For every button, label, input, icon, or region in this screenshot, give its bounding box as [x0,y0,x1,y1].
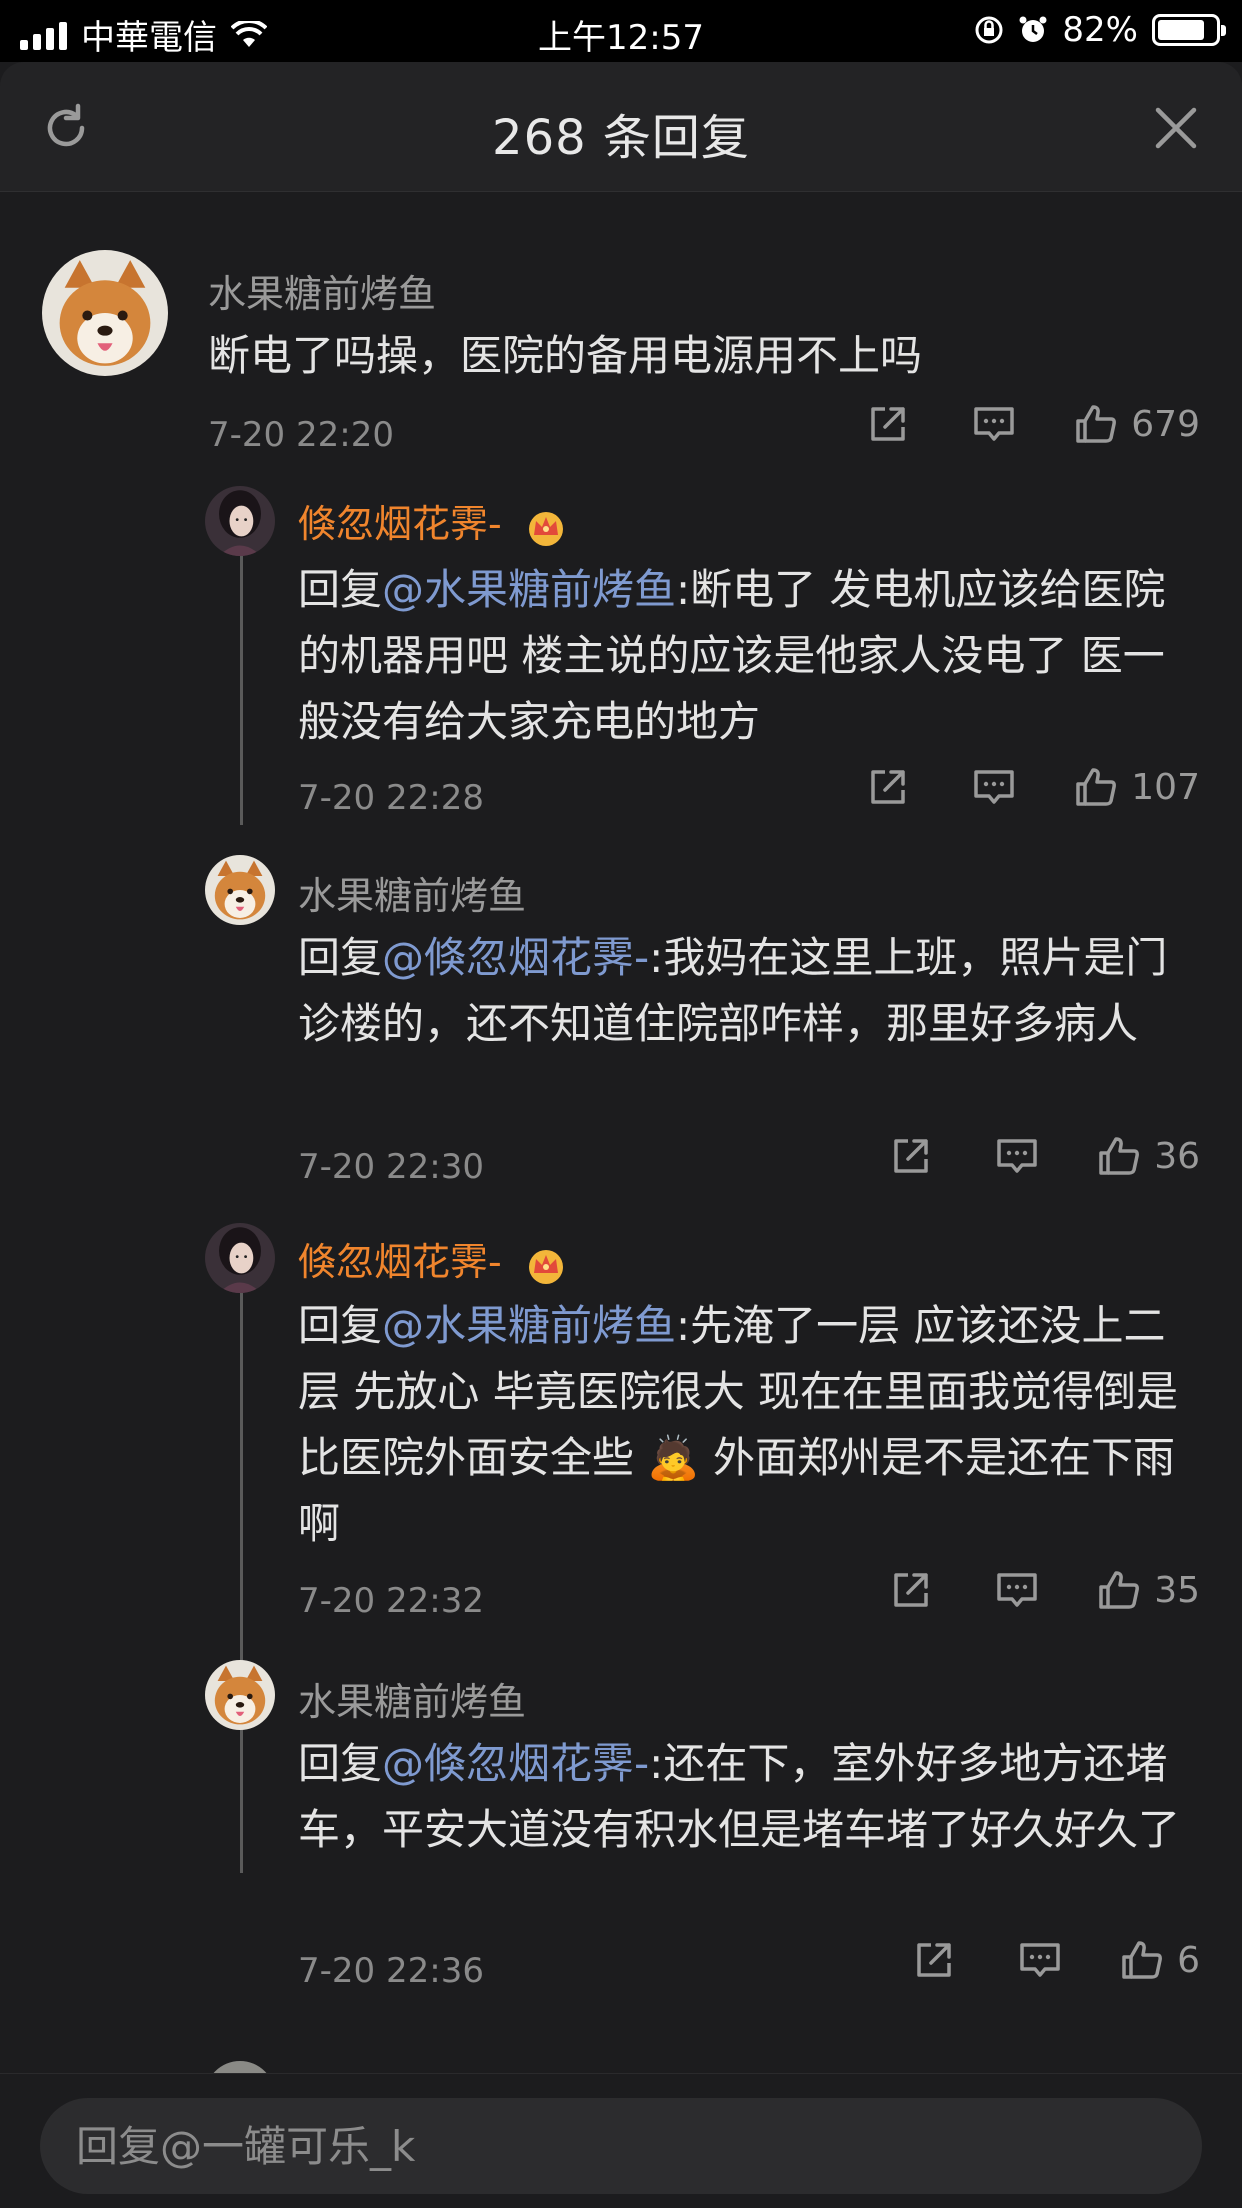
thumbs-up-icon[interactable] [1096,1133,1142,1179]
page-title: 268 条回复 [492,110,750,166]
mention-link[interactable]: @倏忽烟花霁- [382,1739,649,1788]
comment-actions: 107 [865,764,1200,810]
comment-text: 回复@倏忽烟花霁-:还在下，室外好多地方还堵车，平安大道没有积水但是堵车堵了好久… [298,1739,1181,1854]
thumbs-up-icon[interactable] [1119,1937,1165,1983]
comment-text: 断电了吗操，医院的备用电源用不上吗 [208,331,923,380]
comment-time: 7-20 22:36 [298,1951,484,1991]
like-count: 679 [1131,403,1200,445]
mention-link[interactable]: @水果糖前烤鱼 [382,565,676,614]
comment-icon[interactable] [994,1567,1040,1613]
mention-link[interactable]: @倏忽烟花霁- [382,933,649,982]
crown-badge-icon [528,511,563,546]
comment-author[interactable]: 水果糖前烤鱼 [208,263,436,318]
comment-author[interactable]: 水果糖前烤鱼 [298,865,526,920]
comment-icon[interactable] [994,1133,1040,1179]
alarm-icon [1019,16,1047,42]
thumbs-up-icon[interactable] [1073,764,1119,810]
avatar[interactable] [205,2061,275,2073]
comment-text: 回复@倏忽烟花霁-:我妈在这里上班，照片是门诊楼的，还不知道住院部咋样，那里好多… [298,933,1168,1048]
battery-percent: 82% [1062,10,1138,50]
comment-time: 7-20 22:20 [208,415,394,455]
avatar[interactable] [205,855,275,925]
like-count: 6 [1177,1939,1200,1981]
comment-actions: 6 [911,1937,1200,1983]
comment-icon[interactable] [1017,1937,1063,1983]
share-icon[interactable] [888,1133,934,1179]
share-icon[interactable] [888,1567,934,1613]
avatar[interactable] [205,486,275,556]
thread-connector [240,1293,243,1873]
share-icon[interactable] [865,401,911,447]
status-bar: 中華電信 上午12:57 82% [0,0,1242,62]
share-icon[interactable] [865,764,911,810]
screen: 中華電信 上午12:57 82% 268 条回复 水果糖前烤鱼 断电了吗操，医院… [0,0,1242,2208]
reply-bar [0,2073,1242,2208]
comment-time: 7-20 22:32 [298,1581,484,1621]
thread-connector [240,555,243,825]
mention-link[interactable]: @水果糖前烤鱼 [382,1301,676,1350]
like-count: 35 [1154,1569,1200,1611]
comment-text: 回复@水果糖前烤鱼:断电了 发电机应该给医院的机器用吧 楼主说的应该是他家人没电… [298,565,1166,746]
comment-actions: 35 [888,1567,1200,1613]
comment-text: 回复@水果糖前烤鱼:先淹了一层 应该还没上二层 先放心 毕竟医院很大 现在在里面… [298,1301,1179,1548]
close-icon[interactable] [1148,100,1204,156]
orientation-lock-icon [975,16,1003,44]
reply-input[interactable] [40,2098,1202,2194]
avatar[interactable] [42,250,168,376]
comment-icon[interactable] [971,764,1017,810]
comment-author[interactable]: 倏忽烟花霁- [298,493,568,548]
avatar[interactable] [205,1660,275,1730]
thumbs-up-icon[interactable] [1073,401,1119,447]
comment-author[interactable]: 倏忽烟花霁- [298,1231,568,1286]
comment-author[interactable]: 水果糖前烤鱼 [298,1671,526,1726]
comment-actions: 679 [865,401,1200,447]
like-count: 36 [1154,1135,1200,1177]
avatar[interactable] [205,1223,275,1293]
comment-icon[interactable] [971,401,1017,447]
comment-time: 7-20 22:30 [298,1147,484,1187]
reply-list[interactable]: 水果糖前烤鱼 断电了吗操，医院的备用电源用不上吗 7-20 22:20 679 … [0,193,1242,2073]
replies-header: 268 条回复 [0,62,1242,192]
comment-time: 7-20 22:28 [298,778,484,818]
like-count: 107 [1131,766,1200,808]
share-icon[interactable] [911,1937,957,1983]
battery-icon [1152,14,1226,46]
comment-actions: 36 [888,1133,1200,1179]
crown-badge-icon [528,1249,563,1284]
thumbs-up-icon[interactable] [1096,1567,1142,1613]
